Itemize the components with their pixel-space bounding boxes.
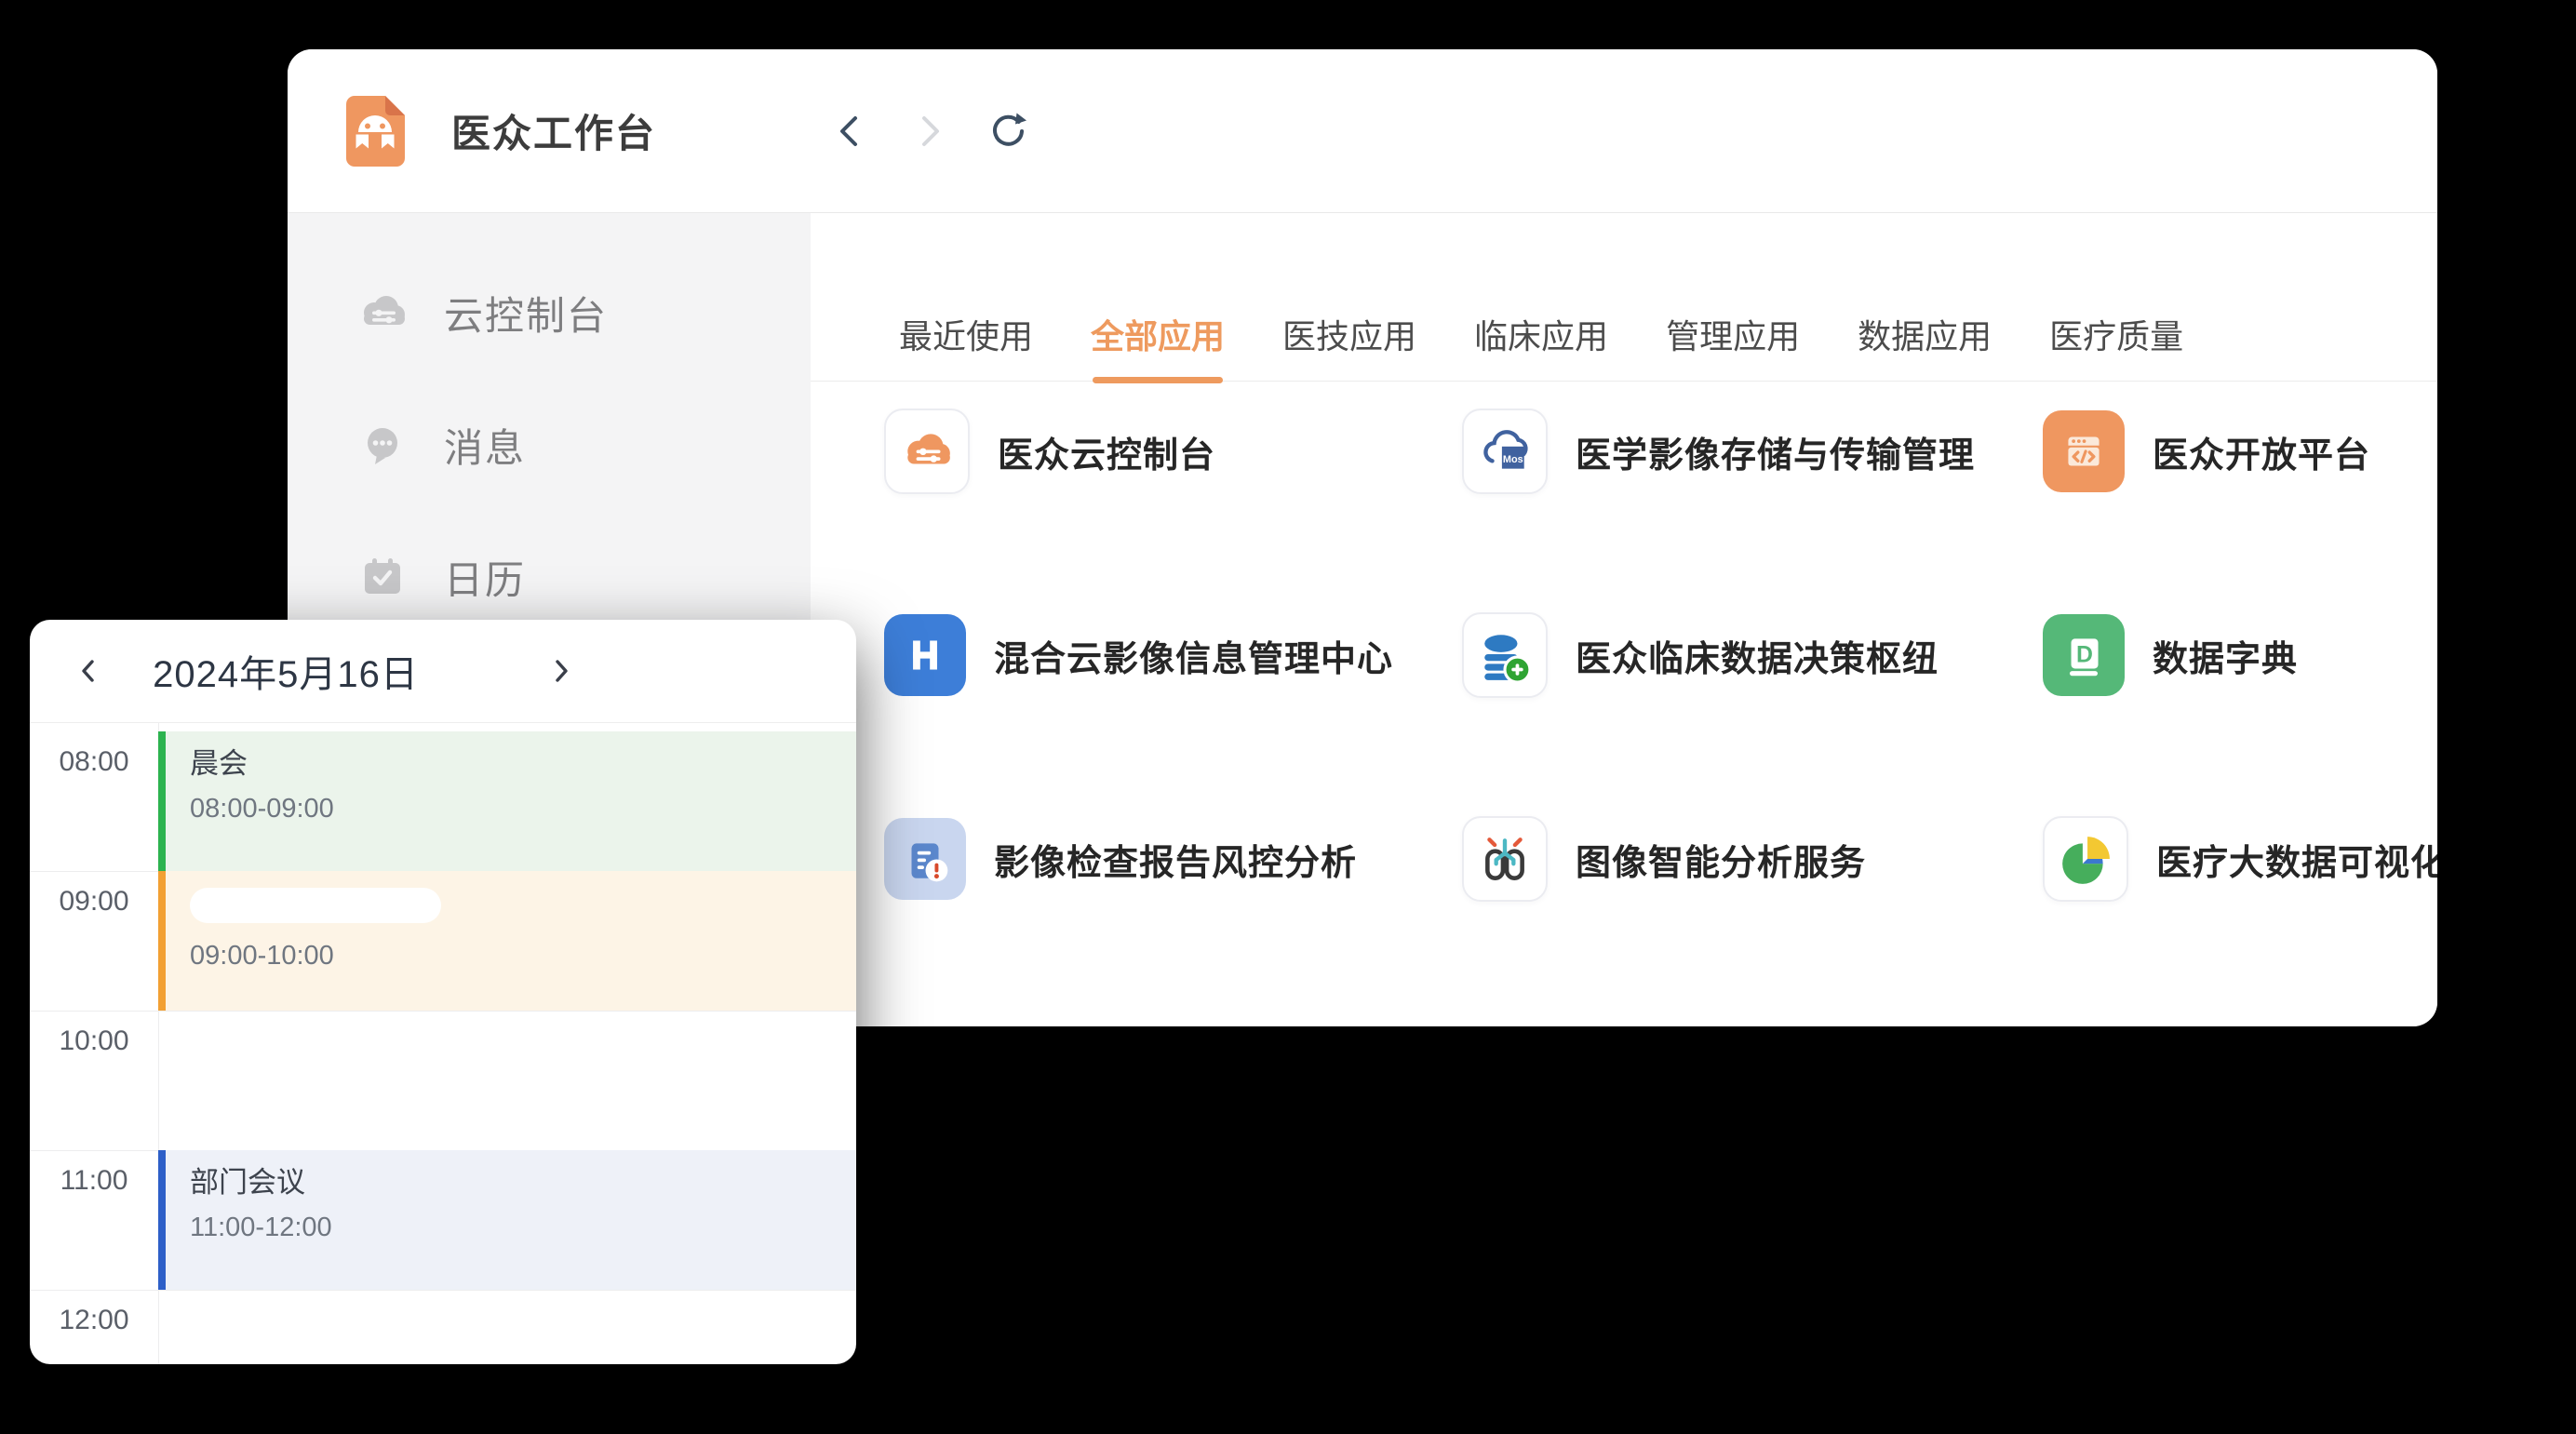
tab-data-apps[interactable]: 数据应用 [1858,310,1992,381]
app-label: 混合云影像信息管理中心 [994,630,1393,681]
app-logo-icon [334,90,416,172]
pie-chart-icon [2059,832,2113,886]
forward-button[interactable] [907,110,950,153]
app-big-data-visualization[interactable]: 医疗大数据可视化 [2043,818,2437,900]
app-label: 图像智能分析服务 [1576,834,1866,885]
main-content: 最近使用 全部应用 医技应用 临床应用 管理应用 数据应用 医疗质量 [811,213,2437,1026]
refresh-icon [986,110,1028,153]
chevron-left-icon [72,654,105,688]
app-label: 医众云控制台 [998,426,1215,477]
time-label: 12:00 [30,1305,158,1336]
chevron-right-icon [544,654,578,688]
app-tile [884,818,966,900]
back-button[interactable] [829,110,872,153]
app-image-storage[interactable]: Mos 医学影像存储与传输管理 [1462,410,2043,492]
tab-management-apps[interactable]: 管理应用 [1666,310,1800,381]
time-label: 10:00 [30,1025,158,1057]
app-label: 医疗大数据可视化 [2156,834,2437,885]
app-tile [2043,816,2128,902]
calendar-panel: 2024年5月16日 08:00 09:00 10:00 11:00 [30,620,856,1364]
sidebar-item-label: 消息 [444,417,526,474]
tab-medtech-apps[interactable]: 医技应用 [1282,310,1416,381]
app-tile: Mos [1462,409,1548,494]
calendar-header: 2024年5月16日 [30,620,856,723]
letter-h-icon [898,628,952,682]
calendar-date-label: 2024年5月16日 [132,620,439,722]
report-warning-icon [898,832,952,886]
database-plus-icon [1478,628,1532,682]
sidebar-item-cloud-console[interactable]: 云控制台 [288,247,811,379]
cloud-sliders-icon [356,287,409,339]
app-tile [884,614,966,696]
app-label: 数据字典 [2153,630,2298,681]
app-tile [1462,612,1548,698]
dictionary-book-icon: D [2057,628,2111,682]
app-report-risk-analysis[interactable]: 影像检查报告风控分析 [884,818,1462,900]
chevron-left-icon [830,111,871,152]
nav-controls [829,49,1028,212]
lungs-icon [1478,832,1532,886]
hour-row-1000: 10:00 [30,1011,856,1151]
redacted-title-pill [190,888,441,923]
dictionary-letter: D [2076,642,2093,667]
tab-all-apps[interactable]: 全部应用 [1091,310,1225,381]
app-hybrid-cloud-center[interactable]: 混合云影像信息管理中心 [884,614,1462,696]
calendar-next-day-button[interactable] [536,646,586,696]
tab-clinical-apps[interactable]: 临床应用 [1474,310,1608,381]
app-label: 医众临床数据决策枢纽 [1576,630,1939,681]
event-title: 晨会 [190,744,856,784]
window-header: 医众工作台 [288,49,2437,213]
event-time-range: 09:00-10:00 [190,938,856,973]
hour-row-1200: 12:00 [30,1290,856,1364]
page: 医众工作台 [0,0,2576,1434]
app-label: 医众开放平台 [2153,426,2370,477]
message-bubble-icon [356,419,409,471]
tab-recent[interactable]: 最近使用 [899,310,1033,381]
event-time-range: 08:00-09:00 [190,791,856,826]
app-clinical-data-hub[interactable]: 医众临床数据决策枢纽 [1462,614,2043,696]
app-open-platform[interactable]: 医众开放平台 [2043,410,2437,492]
calendar-event-morning-meeting[interactable]: 晨会 08:00-09:00 [158,731,856,871]
app-category-tabs: 最近使用 全部应用 医技应用 临床应用 管理应用 数据应用 医疗质量 [811,213,2437,382]
time-label: 11:00 [30,1165,158,1197]
sidebar-item-label: 云控制台 [444,285,608,342]
mos-badge: Mos [1503,454,1523,465]
event-time-range: 11:00-12:00 [190,1210,856,1245]
app-grid: 医众云控制台 Mos 医学影像存储与传输管理 [811,382,2437,900]
app-tile: D [2043,614,2125,696]
mos-cloud-icon: Mos [1478,424,1532,478]
calendar-event-redacted[interactable]: 09:00-10:00 [158,871,856,1011]
app-cloud-console[interactable]: 医众云控制台 [884,410,1462,492]
app-label: 医学影像存储与传输管理 [1576,426,1975,477]
event-title: 部门会议 [190,1163,856,1202]
code-window-icon [2057,424,2111,478]
app-tile [2043,410,2125,492]
chevron-right-icon [908,111,949,152]
sidebar-item-messages[interactable]: 消息 [288,379,811,511]
calendar-check-icon [356,551,409,603]
time-label: 09:00 [30,886,158,918]
cloud-sliders-icon [900,424,954,478]
calendar-event-department-meeting[interactable]: 部门会议 11:00-12:00 [158,1150,856,1290]
app-label: 影像检查报告风控分析 [994,834,1357,885]
calendar-prev-day-button[interactable] [63,646,114,696]
app-title: 医众工作台 [451,102,656,159]
refresh-button[interactable] [986,110,1028,153]
app-tile [1462,816,1548,902]
app-data-dictionary[interactable]: D 数据字典 [2043,614,2437,696]
tab-quality[interactable]: 医疗质量 [2049,310,2183,381]
sidebar-item-label: 日历 [444,549,526,606]
time-label: 08:00 [30,746,158,778]
app-image-ai-analysis[interactable]: 图像智能分析服务 [1462,818,2043,900]
app-tile [884,409,970,494]
calendar-day-grid: 08:00 09:00 10:00 11:00 12:00 晨会 08:00-0… [30,722,856,1364]
